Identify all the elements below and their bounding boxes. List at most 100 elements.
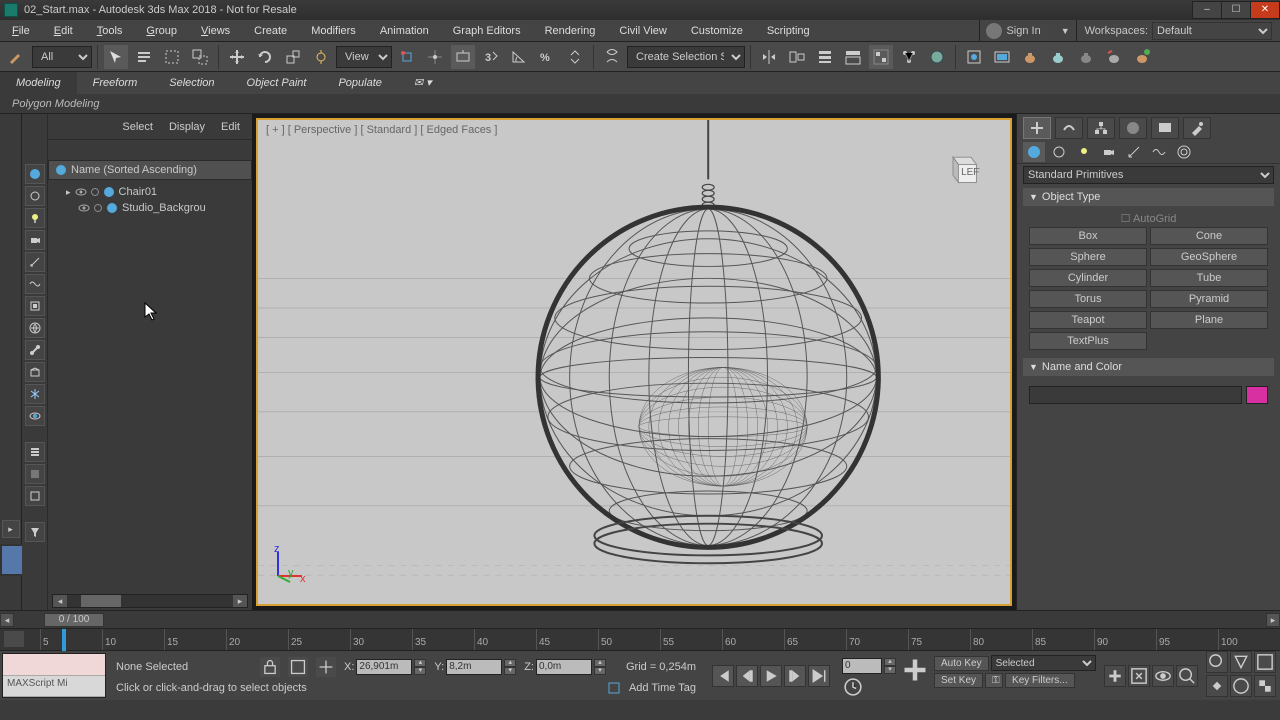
layer-explorer-icon[interactable] [812,44,838,70]
pivot-icon[interactable] [394,44,420,70]
primitive-torus[interactable]: Torus [1029,290,1147,308]
tab-objectpaint[interactable]: Object Paint [231,72,323,94]
tab-envelope-icon[interactable]: ✉ ▾ [398,72,448,94]
filter-hidden-icon[interactable] [25,406,45,426]
filter-bone-icon[interactable] [25,340,45,360]
select-object-icon[interactable] [103,44,129,70]
teapot3-icon[interactable] [1073,44,1099,70]
viewcube[interactable]: LEFT [944,150,980,186]
flyout-expand-button[interactable]: ▸ [2,520,20,538]
menu-file[interactable]: File [0,20,42,42]
mirror-icon[interactable] [756,44,782,70]
primitive-geosphere[interactable]: GeoSphere [1150,248,1268,266]
time-ruler[interactable]: 5101520253035404550556065707580859095100 [0,628,1280,650]
cameras-cat-icon[interactable] [1098,142,1120,162]
isolate-icon[interactable] [288,657,308,677]
filter-frozen-icon[interactable] [25,384,45,404]
primitive-box[interactable]: Box [1029,227,1147,245]
menu-create[interactable]: Create [242,20,299,42]
tab-freeform[interactable]: Freeform [77,72,154,94]
scene-item-chair[interactable]: ▸ Chair01 [50,184,250,200]
menu-tools[interactable]: Tools [85,20,135,42]
primitive-sphere[interactable]: Sphere [1029,248,1147,266]
play-icon[interactable] [760,665,782,687]
toggle-ribbon-icon[interactable] [840,44,866,70]
edit-named-sel-icon[interactable] [599,44,625,70]
render-prod-icon[interactable] [1129,44,1155,70]
funnel-icon[interactable] [25,522,45,542]
slider-right-icon[interactable]: ▸ [1266,613,1280,627]
spinner-up-icon[interactable]: ▴ [594,659,606,667]
primitive-tube[interactable]: Tube [1150,269,1268,287]
create-category-select[interactable]: Standard Primitives [1023,166,1274,184]
lights-cat-icon[interactable] [1073,142,1095,162]
maxview-icon[interactable] [1254,651,1276,673]
setkey-button[interactable]: Set Key [934,673,983,688]
autokey-button[interactable]: Auto Key [934,656,989,671]
curve-editor-icon[interactable] [868,44,894,70]
systems-cat-icon[interactable] [1173,142,1195,162]
rect-select-icon[interactable] [159,44,185,70]
visibility-icon[interactable] [75,186,87,198]
spacewarps-cat-icon[interactable] [1148,142,1170,162]
visibility-icon[interactable] [78,202,90,214]
percent-snap-icon[interactable]: % [534,44,560,70]
filter-container-icon[interactable] [25,362,45,382]
menu-group[interactable]: Group [134,20,189,42]
menu-civilview[interactable]: Civil View [607,20,678,42]
zoom-all-icon[interactable] [1206,651,1228,673]
manipulate-icon[interactable] [422,44,448,70]
filter-shapes-icon[interactable] [25,186,45,206]
material-editor-icon[interactable] [924,44,950,70]
autogrid-checkbox[interactable]: ☐ AutoGrid [1029,210,1268,227]
menu-scripting[interactable]: Scripting [755,20,822,42]
minmax-icon[interactable] [1254,675,1276,697]
motion-tab[interactable] [1119,117,1147,139]
lock-selection-icon[interactable] [260,657,280,677]
menu-rendering[interactable]: Rendering [533,20,608,42]
menu-grapheditors[interactable]: Graph Editors [441,20,533,42]
object-name-input[interactable] [1029,386,1242,404]
scene-tab-display[interactable]: Display [169,121,205,133]
freeze-icon[interactable] [91,188,99,196]
tab-modeling[interactable]: Modeling [0,72,77,94]
geometry-cat-icon[interactable] [1023,142,1045,162]
orbit-icon[interactable] [1152,665,1174,687]
maximize-button[interactable]: ☐ [1221,1,1251,19]
filter-geometry-icon[interactable] [25,164,45,184]
orbit2-icon[interactable] [1230,675,1252,697]
time-slider-knob[interactable]: 0 / 100 [44,613,104,627]
scene-tab-select[interactable]: Select [122,121,153,133]
viewport-label[interactable]: [ + ] [ Perspective ] [ Standard ] [ Edg… [266,124,497,136]
primitive-textplus[interactable]: TextPlus [1029,332,1147,350]
tab-selection[interactable]: Selection [153,72,230,94]
frame-input[interactable] [842,658,882,674]
z-coord-input[interactable] [536,659,592,675]
keymode-select[interactable]: Selected [991,655,1096,671]
move-icon[interactable] [224,44,250,70]
scroll-right-icon[interactable]: ▸ [233,595,247,607]
primitive-cylinder[interactable]: Cylinder [1029,269,1147,287]
utilities-tab[interactable] [1183,117,1211,139]
expand-icon[interactable]: ▸ [66,187,71,198]
filter-spacewarps-icon[interactable] [25,274,45,294]
rollup-objecttype[interactable]: ▼Object Type [1023,188,1274,206]
placement-icon[interactable] [308,44,334,70]
key-icon[interactable]: ⚿ [985,673,1003,688]
time-slider[interactable]: ◂ 0 / 100 ▸ [0,610,1280,628]
display-none-icon[interactable] [25,464,45,484]
filter-camera-icon[interactable] [25,230,45,250]
named-selection-set[interactable]: Create Selection Se [627,46,745,68]
modify-tab[interactable] [1055,117,1083,139]
angle-snap-icon[interactable] [506,44,532,70]
helpers-cat-icon[interactable] [1123,142,1145,162]
primitive-teapot[interactable]: Teapot [1029,311,1147,329]
primitive-cone[interactable]: Cone [1150,227,1268,245]
x-coord-input[interactable] [356,659,412,675]
spinner-up-icon[interactable]: ▴ [504,659,516,667]
scene-item-studio[interactable]: Studio_Backgrou [50,200,250,216]
spinner-down-icon[interactable]: ▾ [504,667,516,675]
add-time-tag[interactable]: Add Time Tag [629,682,696,694]
filter-groups-icon[interactable] [25,296,45,316]
brush-icon[interactable] [4,44,30,70]
